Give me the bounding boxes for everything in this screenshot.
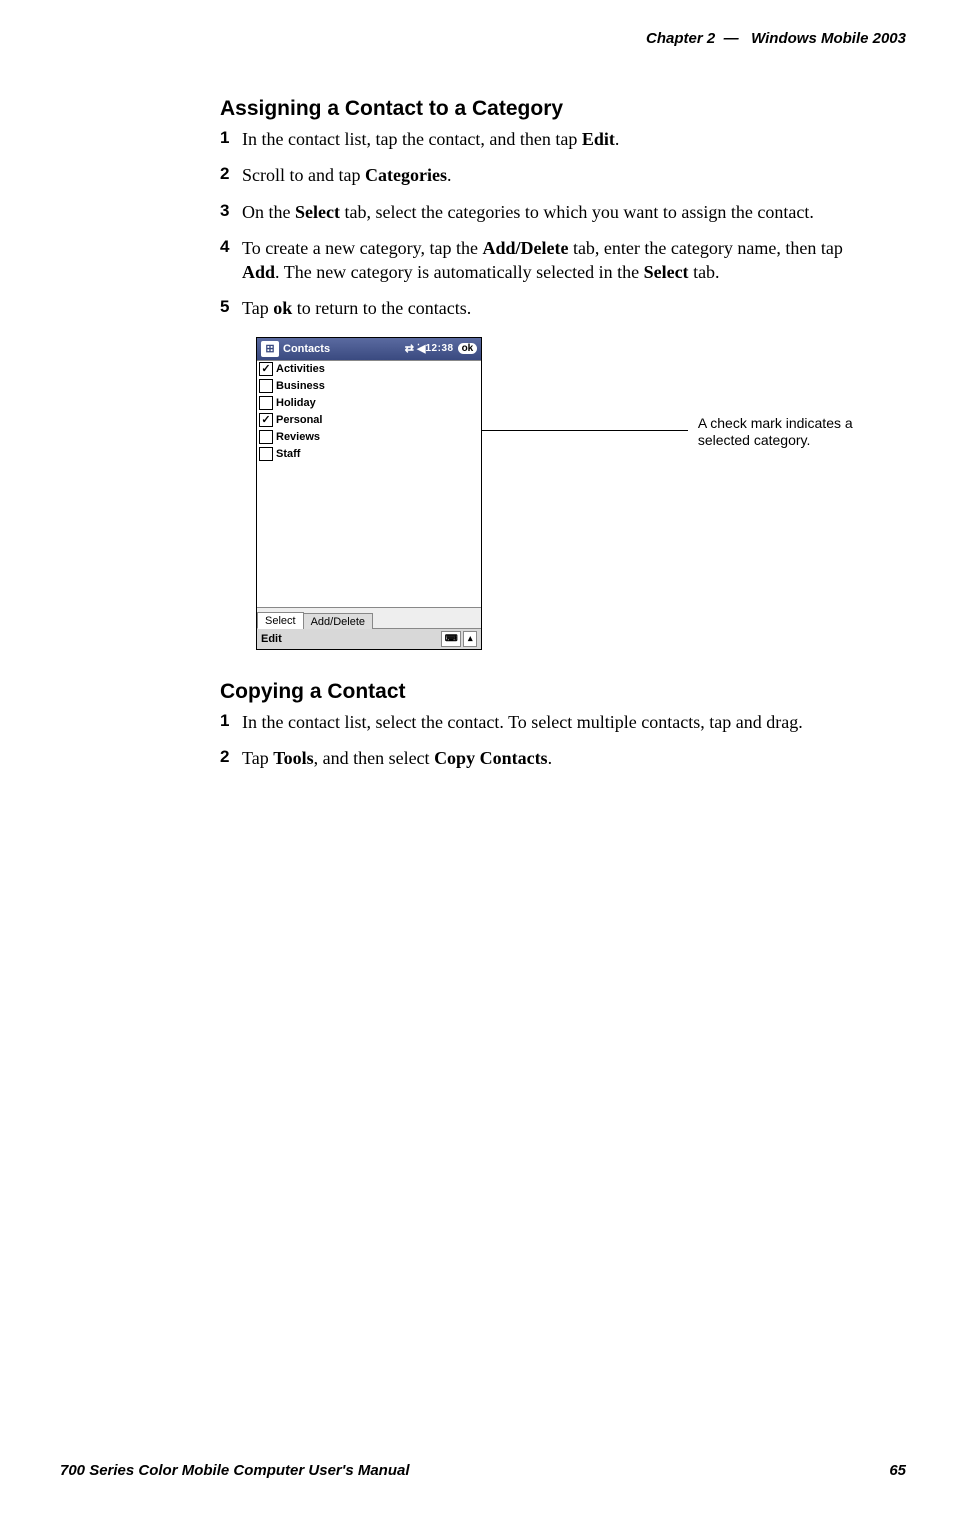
row-label: Personal [276,414,322,426]
step-text: On the Select tab, select the categories… [242,200,866,224]
checkbox-icon[interactable] [259,396,273,410]
connectivity-icon: ⇄ [405,342,414,355]
tab-select[interactable]: Select [257,612,304,629]
step-text: Tap Tools, and then select Copy Contacts… [242,746,866,770]
pda-titlebar: ⊞ Contacts ⇄ ◀ׂ 12:38 ok [257,338,481,360]
checkbox-icon[interactable] [259,447,273,461]
app-title: Contacts [283,343,330,355]
pda-bottombar: Edit ⌨ ▴ [257,628,481,649]
step-text: Tap ok to return to the contacts. [242,296,866,320]
row-label: Reviews [276,431,320,443]
start-flag-icon[interactable]: ⊞ [261,341,279,357]
step-text: Scroll to and tap Categories. [242,163,866,187]
manual-title: 700 Series Color Mobile Computer User's … [60,1462,410,1479]
speaker-icon: ◀ׂ [417,342,425,355]
checkbox-icon[interactable] [259,430,273,444]
step-text: In the contact list, tap the contact, an… [242,127,866,151]
category-list: Activities Business Holiday Personal Rev… [257,360,481,607]
row-label: Activities [276,363,325,375]
step-number: 2 [220,746,242,769]
section2-heading: Copying a Contact [220,680,866,704]
list-item: 5 Tap ok to return to the contacts. [220,296,866,320]
checkbox-icon[interactable] [259,379,273,393]
step-number: 5 [220,296,242,319]
chapter-number: 2 [707,30,715,47]
clock: 12:38 [426,343,454,354]
step-text: In the contact list, select the contact.… [242,710,866,734]
step-number: 4 [220,236,242,259]
list-item[interactable]: Reviews [257,429,481,446]
chapter-label: Chapter [646,30,703,47]
device-screenshot: ⊞ Contacts ⇄ ◀ׂ 12:38 ok Activities Busi… [256,337,482,650]
tab-strip: Select Add/Delete [257,607,481,628]
list-item[interactable]: Holiday [257,395,481,412]
list-item: 2 Scroll to and tap Categories. [220,163,866,187]
step-number: 1 [220,710,242,733]
checkbox-icon[interactable] [259,413,273,427]
sip-keyboard-icon[interactable]: ⌨ [441,631,461,647]
callout-leader-line [482,430,688,431]
sip-menu-icon[interactable]: ▴ [463,631,477,647]
section2-steps: 1 In the contact list, select the contac… [220,710,866,771]
row-label: Staff [276,448,300,460]
section1-steps: 1 In the contact list, tap the contact, … [220,127,866,321]
step-number: 3 [220,200,242,223]
list-item: 4 To create a new category, tap the Add/… [220,236,866,285]
step-number: 1 [220,127,242,150]
list-item[interactable]: Personal [257,412,481,429]
edit-menu[interactable]: Edit [261,633,282,645]
row-label: Holiday [276,397,316,409]
section1-heading: Assigning a Contact to a Category [220,97,866,121]
list-item[interactable]: Business [257,378,481,395]
ok-button[interactable]: ok [458,343,478,354]
page-footer: 700 Series Color Mobile Computer User's … [60,1442,906,1479]
header-separator: — [724,30,739,47]
step-text: To create a new category, tap the Add/De… [242,236,866,285]
list-item: 1 In the contact list, select the contac… [220,710,866,734]
list-item: 3 On the Select tab, select the categori… [220,200,866,224]
list-item[interactable]: Staff [257,446,481,463]
figure: ⊞ Contacts ⇄ ◀ׂ 12:38 ok Activities Busi… [256,337,866,650]
list-item[interactable]: Activities [257,361,481,378]
header-section-title: Windows Mobile 2003 [751,30,906,47]
callout-text: A check mark indicates a selected catego… [698,415,866,450]
row-label: Business [276,380,325,392]
list-item: 2 Tap Tools, and then select Copy Contac… [220,746,866,770]
checkbox-icon[interactable] [259,362,273,376]
page-number: 65 [889,1462,906,1479]
tab-add-delete[interactable]: Add/Delete [303,613,373,629]
step-number: 2 [220,163,242,186]
list-item: 1 In the contact list, tap the contact, … [220,127,866,151]
running-header: Chapter 2 — Windows Mobile 2003 [60,30,906,47]
